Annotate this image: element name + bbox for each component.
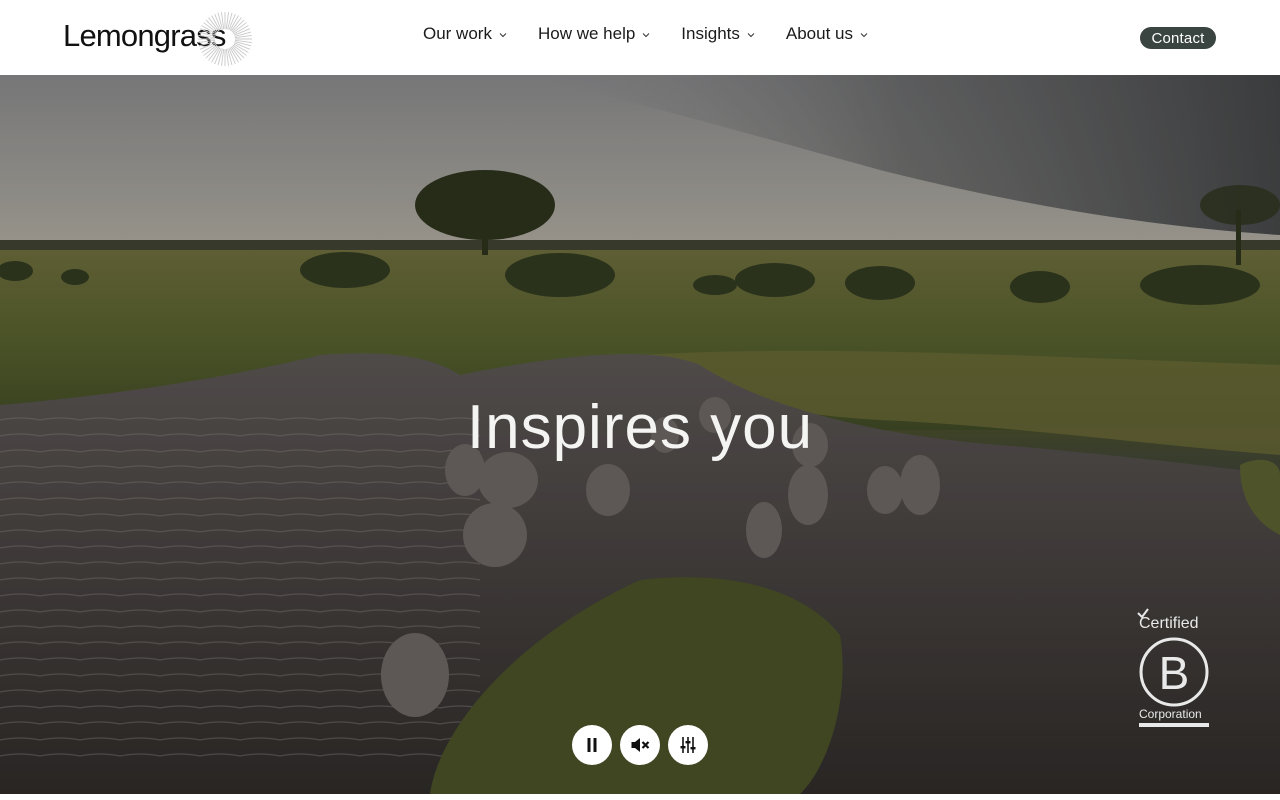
chevron-down-icon: [747, 33, 755, 38]
contact-button[interactable]: Contact: [1140, 27, 1216, 49]
nav-our-work[interactable]: Our work: [423, 24, 508, 44]
b-corp-certified-label: Certified: [1139, 615, 1199, 632]
b-corp-badge[interactable]: B Certified Corporation: [1134, 603, 1214, 731]
chevron-down-icon: [642, 33, 650, 38]
settings-button[interactable]: [668, 725, 708, 765]
nav-label: Our work: [423, 24, 492, 43]
logo-link[interactable]: Lemongrass: [63, 10, 253, 70]
nav-label: Insights: [681, 24, 740, 43]
site-header: Lemongrass Our work How we help Insights…: [0, 0, 1280, 75]
pause-icon: [587, 738, 597, 752]
chevron-down-icon: [499, 33, 507, 38]
sliders-icon: [680, 737, 696, 753]
sunburst-icon: [198, 12, 252, 66]
video-controls: [572, 725, 708, 765]
pause-button[interactable]: [572, 725, 612, 765]
hero-video: Inspires you B Certified Corporation: [0, 75, 1280, 794]
nav-insights[interactable]: Insights: [681, 24, 756, 44]
nav-about-us[interactable]: About us: [786, 24, 869, 44]
hero-title: Inspires you: [466, 393, 814, 462]
mute-icon: [631, 738, 650, 752]
nav-label: How we help: [537, 24, 636, 43]
main-nav: Our work How we help Insights About us: [423, 24, 869, 44]
chevron-down-icon: [860, 33, 868, 38]
bottom-strip: [0, 794, 1280, 800]
nav-how-we-help[interactable]: How we help: [538, 24, 651, 44]
nav-label: About us: [785, 24, 853, 43]
mute-button[interactable]: [620, 725, 660, 765]
b-corp-corporation-label: Corporation: [1139, 707, 1202, 721]
b-corp-letter: B: [1159, 647, 1190, 699]
